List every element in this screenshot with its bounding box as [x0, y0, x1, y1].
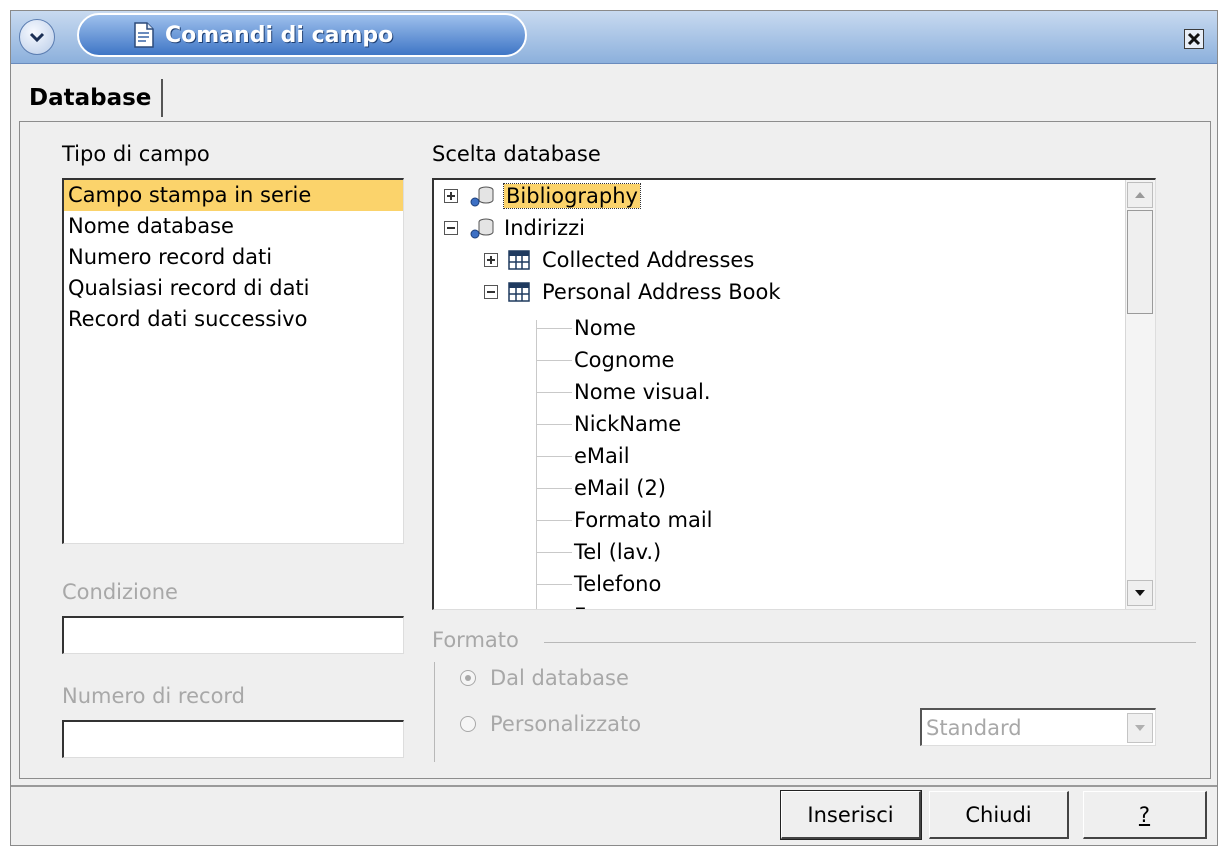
database-tree[interactable]: Bibliography Indirizzi Collected Address… [432, 178, 1156, 610]
close-icon [1184, 29, 1204, 49]
tree-item-bibliography[interactable]: Bibliography [444, 180, 641, 212]
tree-line [536, 360, 572, 361]
collapse-icon[interactable] [484, 285, 498, 299]
field-commands-dialog: Comandi di campo Database Tipo di campo … [10, 10, 1218, 846]
collapse-icon[interactable] [444, 221, 458, 235]
expand-icon[interactable] [444, 189, 458, 203]
database-icon [470, 218, 494, 239]
tree-field[interactable]: Nome visual. [574, 376, 711, 408]
condition-label: Condizione [62, 580, 178, 604]
format-select-value: Standard [926, 715, 1022, 740]
tree-field[interactable]: Telefono [574, 568, 661, 600]
condition-field[interactable] [62, 616, 404, 654]
tab-page: Tipo di campo Campo stampa in serie Nome… [19, 121, 1211, 779]
tree-line [536, 552, 572, 553]
radio-icon [460, 670, 476, 686]
chevron-down-icon [29, 32, 45, 43]
tree-item-collected-addresses[interactable]: Collected Addresses [484, 244, 754, 276]
window-title: Comandi di campo [165, 22, 394, 48]
dropdown-button[interactable] [1127, 713, 1153, 743]
list-item[interactable]: Numero record dati [64, 242, 403, 273]
format-border [434, 662, 435, 762]
title-bar: Comandi di campo [11, 11, 1217, 64]
help-label: ? [1138, 802, 1151, 827]
table-icon [508, 282, 530, 302]
tab-database-label: Database [29, 85, 152, 111]
close-button[interactable] [1181, 27, 1207, 51]
format-label: Formato [432, 628, 519, 652]
from-database-radio[interactable]: Dal database [460, 666, 629, 690]
record-number-label: Numero di record [62, 684, 246, 708]
radio-icon [460, 716, 476, 732]
tree-field[interactable]: eMail (2) [574, 472, 666, 504]
tree-line [536, 320, 537, 609]
list-item[interactable]: Nome database [64, 211, 403, 242]
tree-line [536, 392, 572, 393]
insert-button[interactable]: Inserisci [780, 790, 922, 840]
table-icon [508, 250, 530, 270]
tree-field[interactable]: NickName [574, 408, 681, 440]
tree-field[interactable]: Tel (lav.) [574, 536, 661, 568]
tree-line [536, 328, 572, 329]
tab-database[interactable]: Database [29, 79, 164, 117]
scroll-down-button[interactable] [1127, 580, 1153, 606]
tree-field[interactable]: eMail [574, 440, 630, 472]
field-type-list[interactable]: Campo stampa in serie Nome database Nume… [62, 178, 404, 544]
tree-field[interactable]: Formato mail [574, 504, 713, 536]
button-bar-separator [11, 785, 1217, 787]
document-icon [134, 22, 154, 48]
tree-label-personal-address-book: Personal Address Book [542, 280, 781, 304]
close-label: Chiudi [965, 802, 1032, 827]
format-select[interactable]: Standard [920, 708, 1156, 746]
from-database-label: Dal database [490, 666, 629, 690]
close-dialog-button[interactable]: Chiudi [929, 791, 1069, 839]
database-selection-label: Scelta database [432, 142, 601, 166]
tree-scrollbar[interactable] [1125, 180, 1155, 609]
chevron-down-icon [1135, 725, 1145, 731]
tree-line [536, 488, 572, 489]
tree-label-indirizzi: Indirizzi [504, 216, 586, 240]
list-item[interactable]: Campo stampa in serie [64, 180, 403, 211]
custom-label: Personalizzato [490, 712, 642, 736]
record-number-field[interactable] [62, 720, 404, 758]
tree-item-personal-address-book[interactable]: Personal Address Book [484, 276, 781, 308]
tree-item-indirizzi[interactable]: Indirizzi [444, 212, 585, 244]
scroll-up-button[interactable] [1127, 182, 1153, 208]
custom-radio[interactable]: Personalizzato [460, 712, 641, 736]
format-separator [544, 642, 1196, 643]
scroll-thumb[interactable] [1127, 210, 1153, 314]
database-icon [470, 186, 494, 207]
insert-label: Inserisci [807, 802, 894, 827]
tree-line [536, 520, 572, 521]
tree-label-bibliography: Bibliography [503, 183, 641, 209]
expand-icon[interactable] [484, 253, 498, 267]
arrow-down-icon [1135, 590, 1145, 596]
list-item[interactable]: Record dati successivo [64, 304, 403, 335]
tree-field[interactable]: F [574, 600, 586, 609]
help-button[interactable]: ? [1083, 791, 1207, 839]
tree-label-collected-addresses: Collected Addresses [542, 248, 755, 272]
field-type-label: Tipo di campo [62, 142, 210, 166]
arrow-up-icon [1135, 192, 1145, 198]
tree-field[interactable]: Nome [574, 312, 636, 344]
tree-line [536, 456, 572, 457]
tree-line [536, 424, 572, 425]
window-menu-button[interactable] [19, 19, 55, 55]
title-pill: Comandi di campo [77, 13, 527, 57]
tree-field[interactable]: Cognome [574, 344, 674, 376]
tree-line [536, 584, 572, 585]
list-item[interactable]: Qualsiasi record di dati [64, 273, 403, 304]
